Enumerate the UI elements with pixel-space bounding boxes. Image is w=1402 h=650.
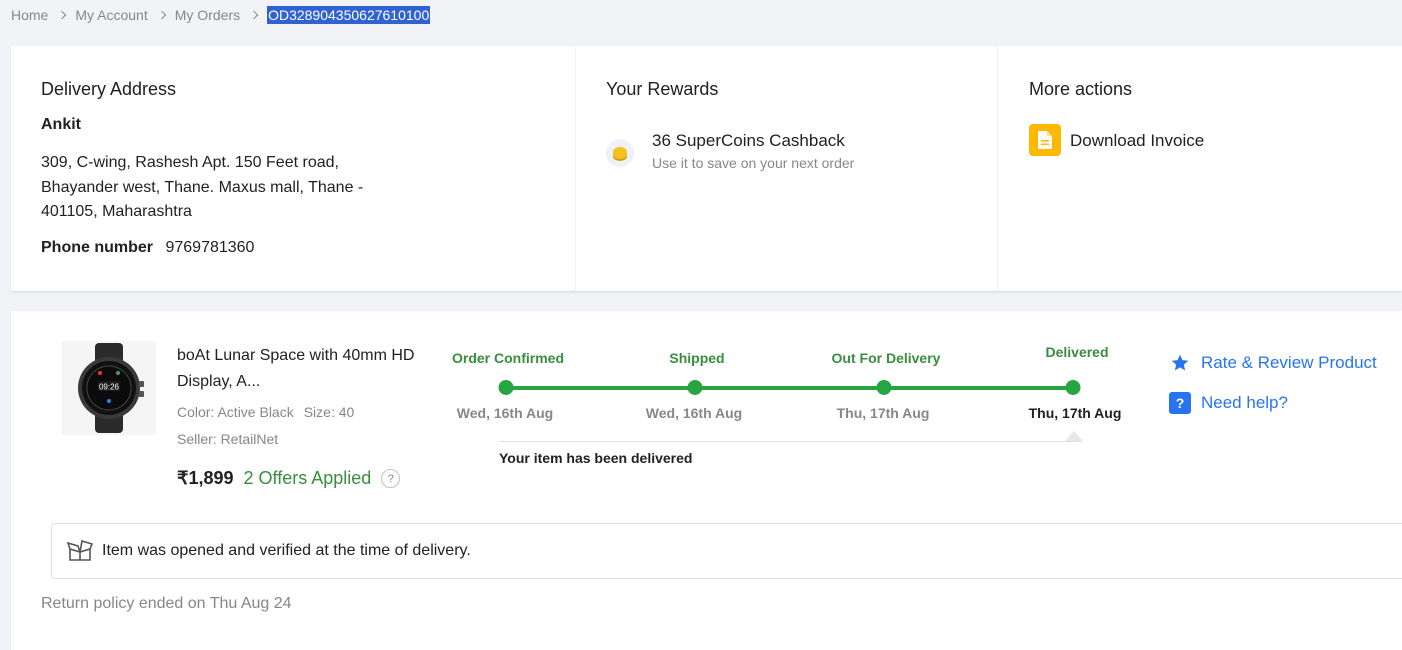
step-date-shipped: Wed, 16th Aug (645, 405, 743, 421)
address-text: 309, C-wing, Rashesh Apt. 150 Feet road,… (41, 154, 364, 220)
help-question-icon[interactable]: ? (381, 469, 401, 488)
order-item-card: 09:26 boAt Lunar Space with 40mm HD Disp… (11, 311, 1402, 650)
download-invoice-button[interactable]: Download Invoice (1070, 131, 1204, 151)
chevron-right-icon (157, 10, 166, 20)
status-notch (1065, 431, 1083, 441)
breadcrumb: Home My Account My Orders OD328904350627… (11, 5, 431, 25)
phone-row: Phone number 9769781360 (41, 239, 254, 257)
product-meta: Color: Active Black Size: 40 (177, 404, 354, 420)
step-dot (876, 380, 892, 395)
offers-applied-link[interactable]: 2 Offers Applied (244, 468, 372, 489)
open-box-verification: Item was opened and verified at the time… (51, 523, 1402, 579)
step-date-order-confirmed: Wed, 16th Aug (456, 405, 554, 421)
rate-review-button[interactable]: Rate & Review Product (1168, 351, 1377, 375)
chevron-right-icon (58, 10, 67, 20)
delivery-status-message: Your item has been delivered (499, 450, 693, 466)
product-size: Size: 40 (303, 404, 355, 420)
step-label-out-for-delivery: Out For Delivery (831, 350, 941, 366)
order-info-card: Delivery Address Ankit 309, C-wing, Rash… (11, 46, 1402, 291)
step-date-delivered: Thu, 17th Aug (1028, 405, 1122, 421)
reward-subtitle: Use it to save on your next order (652, 155, 855, 171)
tracking-progress-line (506, 386, 1073, 390)
recipient-name: Ankit (41, 116, 81, 133)
rewards-heading: Your Rewards (606, 79, 719, 99)
breadcrumb-home[interactable]: Home (11, 7, 48, 23)
step-dot (498, 380, 514, 395)
rewards-section: Your Rewards 36 SuperCoins Cashback Use … (576, 46, 998, 291)
product-name[interactable]: boAt Lunar Space with 40mm HD Display, A… (177, 343, 439, 395)
step-date-out-for-delivery: Thu, 17th Aug (836, 405, 930, 421)
breadcrumb-my-account[interactable]: My Account (75, 7, 147, 23)
rate-review-label: Rate & Review Product (1201, 353, 1377, 372)
delivery-address-section: Delivery Address Ankit 309, C-wing, Rash… (11, 46, 576, 291)
product-price: ₹1,899 (177, 468, 234, 488)
return-policy-text: Return policy ended on Thu Aug 24 (41, 595, 292, 612)
verification-text: Item was opened and verified at the time… (102, 542, 471, 559)
star-icon (1168, 351, 1192, 375)
product-seller: Seller: RetailNet (177, 431, 279, 447)
open-box-icon (66, 539, 94, 563)
chevron-right-icon (249, 10, 259, 20)
more-actions-heading: More actions (1029, 79, 1133, 99)
product-color: Color: Active Black (177, 404, 294, 420)
smartwatch-image: 09:26 (78, 343, 144, 433)
need-help-label: Need help? (1201, 393, 1288, 412)
more-actions-section: More actions Download Invoice (998, 46, 1402, 291)
status-divider (499, 441, 1082, 442)
step-label-delivered: Delivered (1045, 344, 1109, 360)
need-help-button[interactable]: ? Need help? (1168, 391, 1288, 415)
step-dot (687, 380, 703, 395)
breadcrumb-my-orders[interactable]: My Orders (175, 7, 240, 23)
supercoin-icon (606, 139, 634, 167)
help-icon: ? (1168, 391, 1192, 415)
phone-number: 9769781360 (165, 239, 255, 256)
delivery-address-heading: Delivery Address (41, 79, 177, 99)
breadcrumb-order-id: OD328904350627610100 (267, 6, 431, 24)
invoice-icon[interactable] (1029, 124, 1061, 156)
price-row: ₹1,899 2 Offers Applied ? (177, 468, 401, 489)
step-label-order-confirmed: Order Confirmed (451, 350, 565, 366)
phone-label: Phone number (41, 239, 154, 256)
product-image[interactable]: 09:26 (62, 341, 156, 435)
step-label-shipped: Shipped (669, 350, 725, 366)
svg-text:09:26: 09:26 (99, 383, 120, 392)
step-dot (1065, 380, 1081, 395)
reward-title: 36 SuperCoins Cashback (652, 131, 845, 150)
